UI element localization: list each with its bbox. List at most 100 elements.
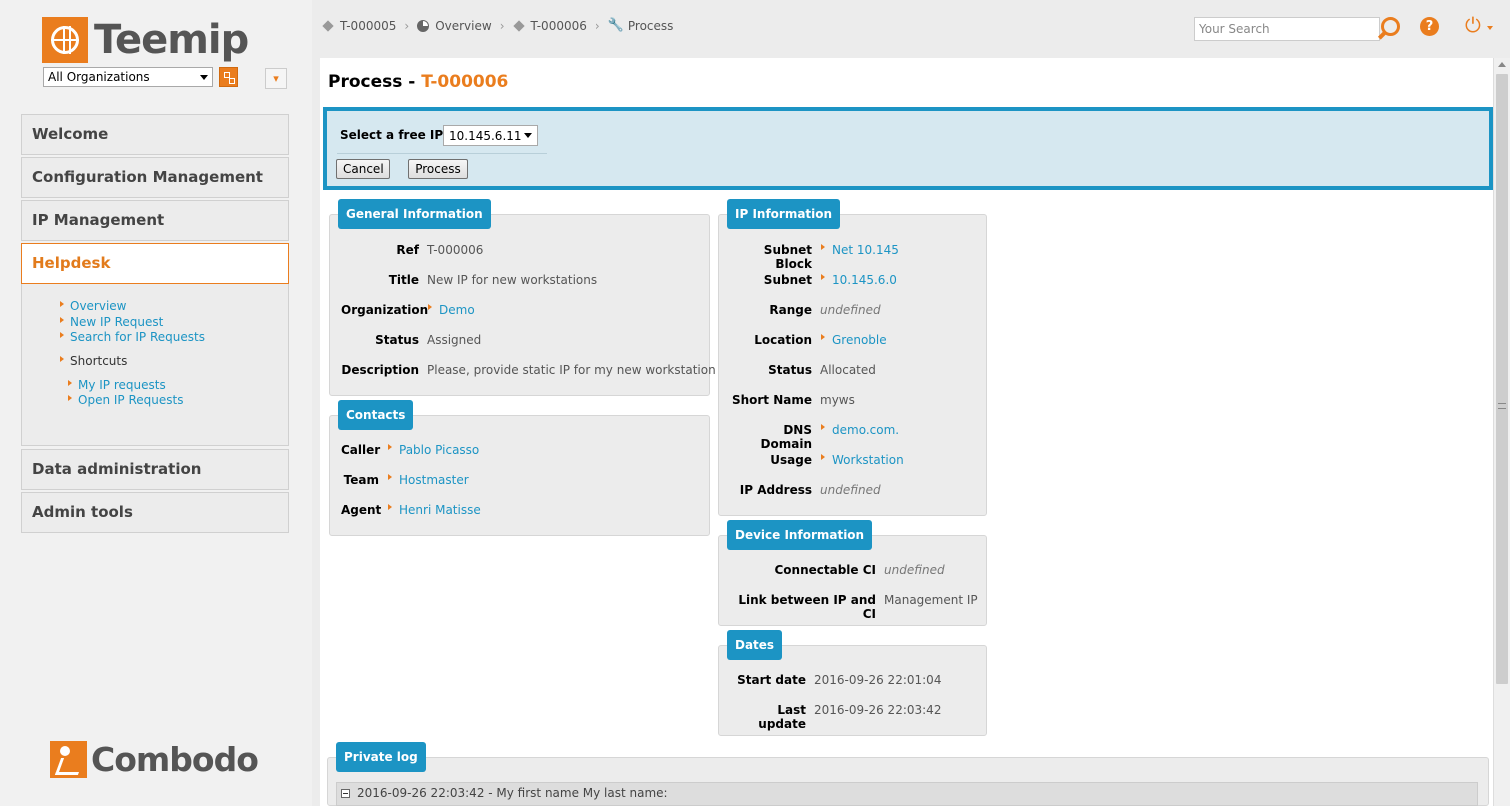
field-label: Start date [737, 673, 806, 687]
scrollbar-thumb[interactable] [1496, 74, 1508, 684]
breadcrumb-item-t-000005[interactable]: T-000005 [322, 19, 396, 33]
agent-link[interactable]: Henri Matisse [387, 503, 481, 517]
field-team: Team Hostmaster [341, 473, 469, 487]
field-label: Location [754, 333, 812, 347]
field-value: Please, provide static IP for my new wor… [427, 363, 716, 377]
private-log-legend: Private log [336, 742, 426, 772]
menu-ip-management[interactable]: IP Management [21, 200, 289, 241]
vertical-scrollbar[interactable] [1493, 58, 1510, 806]
subnet-block-link[interactable]: Net 10.145 [820, 243, 899, 271]
field-label: Subnet Block [763, 243, 812, 271]
field-label: Usage [770, 453, 812, 467]
breadcrumb-item-t-000006[interactable]: T-000006 [512, 18, 587, 33]
wrench-icon: 🔧 [607, 18, 624, 33]
ticket-icon [512, 19, 525, 32]
field-label: Description [341, 363, 419, 377]
submenu-open-ip-requests[interactable]: Open IP Requests [66, 393, 183, 407]
log-entry-header: 2016-09-26 22:03:42 - My first name My l… [357, 786, 668, 800]
team-link[interactable]: Hostmaster [387, 473, 469, 487]
breadcrumb-label: T-000005 [340, 18, 397, 33]
left-navigation-pane: Teemip All Organizations ▾ Welcome Confi… [0, 0, 312, 806]
combodo-logo[interactable]: Combodo [50, 740, 259, 779]
field-value: Assigned [427, 333, 482, 347]
breadcrumb-item-overview[interactable]: Overview [417, 19, 492, 33]
chevron-down-icon[interactable] [1487, 26, 1493, 30]
field-label: Range [769, 303, 812, 317]
menu-welcome[interactable]: Welcome [21, 114, 289, 155]
menu-helpdesk[interactable]: Helpdesk [21, 243, 289, 284]
scroll-up-icon[interactable] [1498, 62, 1506, 67]
combodo-figure-icon [50, 741, 87, 778]
device-information-legend: Device Information [727, 520, 873, 550]
field-organization: Organization Demo [341, 303, 475, 317]
scrollbar-grip-icon [1498, 403, 1506, 409]
form-divider [337, 153, 547, 154]
org-hierarchy-button[interactable] [219, 67, 238, 87]
power-icon[interactable]: ⏻ [1465, 14, 1481, 36]
field-label: DNS Domain [760, 423, 812, 451]
free-ip-label: Select a free IP [340, 128, 444, 142]
cancel-button[interactable]: Cancel [336, 159, 390, 179]
submenu-new-ip-request[interactable]: New IP Request [58, 315, 163, 329]
globe-icon [42, 17, 88, 63]
field-agent: Agent Henri Matisse [341, 503, 481, 517]
field-description: Description Please, provide static IP for… [341, 363, 716, 377]
help-icon[interactable]: ? [1420, 17, 1439, 36]
menu-admin-tools[interactable]: Admin tools [21, 492, 289, 533]
dns-domain-link[interactable]: demo.com. [820, 423, 899, 451]
submenu-search-ip-requests[interactable]: Search for IP Requests [58, 330, 205, 344]
page-title-ref: T-000006 [421, 72, 509, 92]
field-start-date: Start date 2016-09-26 22:01:04 [730, 673, 941, 687]
logo-text: Teemip [94, 17, 249, 63]
field-label: Subnet [763, 273, 812, 287]
combodo-logo-text: Combodo [91, 740, 259, 779]
field-label: Agent [341, 503, 382, 517]
field-label: IP Address [739, 483, 812, 497]
breadcrumb: T-000005 › Overview › T-000006 › 🔧 Proce… [322, 18, 681, 33]
teemip-logo[interactable]: Teemip [42, 17, 249, 63]
field-value: Allocated [820, 363, 876, 377]
breadcrumb-label: Process [627, 18, 674, 33]
field-value: 2016-09-26 22:01:04 [814, 673, 942, 687]
search-icon[interactable] [1376, 16, 1400, 42]
submenu-shortcuts: Shortcuts [58, 354, 127, 368]
field-label: Status [375, 333, 419, 347]
field-label: Short Name [731, 393, 812, 407]
field-ip-status: Status Allocated [730, 363, 876, 377]
field-value: New IP for new workstations [427, 273, 598, 287]
chevron-right-icon: › [404, 18, 410, 33]
field-ref: Ref T-000006 [341, 243, 483, 257]
collapse-icon[interactable] [341, 789, 350, 798]
breadcrumb-item-process[interactable]: 🔧 Process [608, 18, 674, 33]
process-button[interactable]: Process [408, 159, 468, 179]
usage-link[interactable]: Workstation [820, 453, 904, 467]
organization-link[interactable]: Demo [427, 303, 475, 317]
search-input[interactable]: Your Search [1194, 17, 1380, 41]
free-ip-select[interactable]: 10.145.6.11 [443, 125, 538, 146]
field-location: Location Grenoble [730, 333, 887, 347]
breadcrumb-label: T-000006 [530, 18, 587, 33]
page-title-prefix: Process - [328, 72, 422, 92]
field-subnet-block: Subnet Block Net 10.145 [730, 243, 899, 271]
process-form: Select a free IP 10.145.6.11 Cancel Proc… [323, 107, 1493, 190]
menu-data-administration[interactable]: Data administration [21, 449, 289, 490]
contacts-legend: Contacts [338, 400, 414, 430]
free-ip-select-value: 10.145.6.11 [449, 129, 522, 143]
general-information-legend: General Information [338, 199, 491, 229]
menu-configuration-management[interactable]: Configuration Management [21, 157, 289, 198]
field-value: myws [820, 393, 855, 407]
location-link[interactable]: Grenoble [820, 333, 887, 347]
dates-legend: Dates [727, 630, 783, 660]
organization-select-value: All Organizations [48, 70, 150, 84]
field-short-name: Short Name myws [730, 393, 855, 407]
chevron-right-icon: › [594, 18, 600, 33]
field-label: Last update [758, 703, 806, 731]
submenu-overview[interactable]: Overview [58, 299, 127, 313]
submenu-my-ip-requests[interactable]: My IP requests [66, 378, 166, 392]
subnet-link[interactable]: 10.145.6.0 [820, 273, 897, 287]
pin-menu-button[interactable]: ▾ [265, 68, 287, 89]
organization-select[interactable]: All Organizations [43, 67, 213, 87]
private-log-entry[interactable]: 2016-09-26 22:03:42 - My first name My l… [336, 782, 1478, 806]
field-usage: Usage Workstation [730, 453, 904, 467]
caller-link[interactable]: Pablo Picasso [387, 443, 479, 457]
